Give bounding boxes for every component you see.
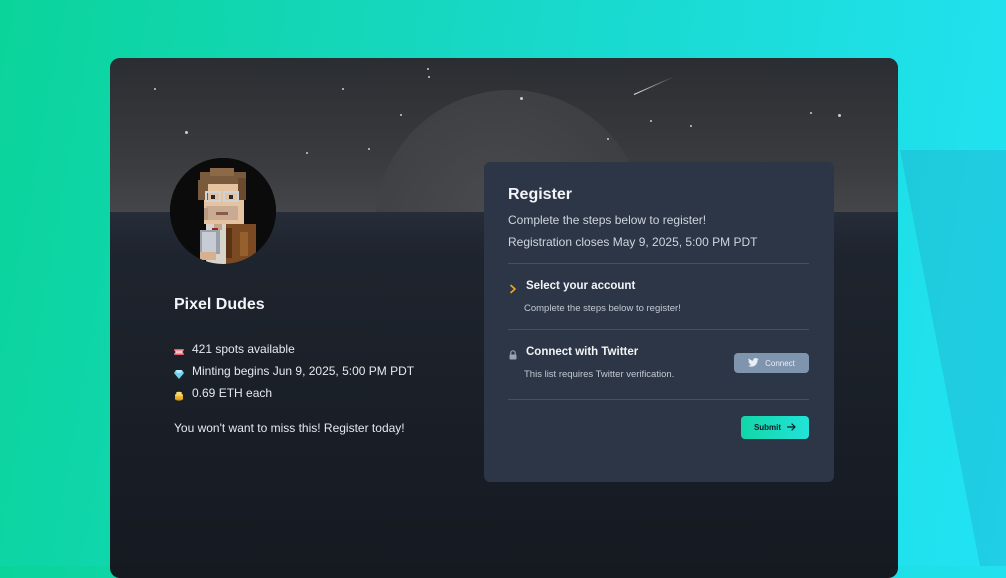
submit-label: Submit bbox=[753, 423, 782, 432]
star bbox=[154, 88, 156, 90]
twitter-icon bbox=[748, 357, 759, 369]
stat-minting-date: Minting begins Jun 9, 2025, 5:00 PM PDT bbox=[174, 360, 414, 382]
star bbox=[690, 125, 692, 127]
collection-stats: 421 spots available Minting begins Jun 9… bbox=[172, 338, 414, 404]
register-title: Register bbox=[508, 186, 573, 203]
star bbox=[342, 88, 344, 90]
star bbox=[427, 68, 429, 70]
connect-label: Connect bbox=[765, 358, 795, 368]
submit-button[interactable]: Submit bbox=[741, 416, 809, 439]
divider bbox=[508, 329, 809, 330]
gem-icon bbox=[174, 366, 184, 379]
lock-icon bbox=[508, 347, 518, 365]
star bbox=[428, 76, 430, 78]
arrow-right-icon bbox=[786, 422, 796, 433]
coins-icon bbox=[174, 388, 184, 401]
star bbox=[520, 97, 523, 100]
drop-card: Pixel Dudes 421 spots available Minting … bbox=[110, 58, 898, 578]
collection-avatar bbox=[170, 158, 276, 264]
star bbox=[306, 152, 308, 154]
step-description: This list requires Twitter verification. bbox=[524, 369, 675, 380]
stat-text: Minting begins Jun 9, 2025, 5:00 PM PDT bbox=[192, 364, 415, 378]
collection-tagline: You won't want to miss this! Register to… bbox=[174, 421, 405, 435]
register-panel: Register Complete the steps below to reg… bbox=[484, 162, 834, 482]
step-title: Select your account bbox=[526, 280, 636, 292]
ticket-icon bbox=[172, 344, 186, 355]
star bbox=[185, 131, 188, 134]
star bbox=[650, 120, 652, 122]
pixel-dude-icon bbox=[170, 158, 276, 264]
shooting-star bbox=[633, 76, 675, 95]
chevron-right-icon bbox=[508, 281, 518, 299]
star bbox=[400, 114, 402, 116]
step-title: Connect with Twitter bbox=[526, 346, 639, 358]
stat-text: 0.69 ETH each bbox=[192, 386, 273, 400]
connect-twitter-button[interactable]: Connect bbox=[734, 353, 809, 373]
stat-spots: 421 spots available bbox=[172, 338, 414, 360]
divider bbox=[508, 263, 809, 264]
star bbox=[368, 148, 370, 150]
stat-text: 421 spots available bbox=[192, 342, 295, 356]
registration-deadline: Registration closes May 9, 2025, 5:00 PM… bbox=[508, 235, 758, 249]
star bbox=[607, 138, 609, 140]
collection-name: Pixel Dudes bbox=[174, 296, 265, 313]
register-subtitle: Complete the steps below to register! bbox=[508, 213, 707, 227]
star bbox=[810, 112, 812, 114]
step-description: Complete the steps below to register! bbox=[524, 303, 681, 314]
divider bbox=[508, 399, 809, 400]
star bbox=[838, 114, 841, 117]
stat-price: 0.69 ETH each bbox=[174, 382, 414, 404]
